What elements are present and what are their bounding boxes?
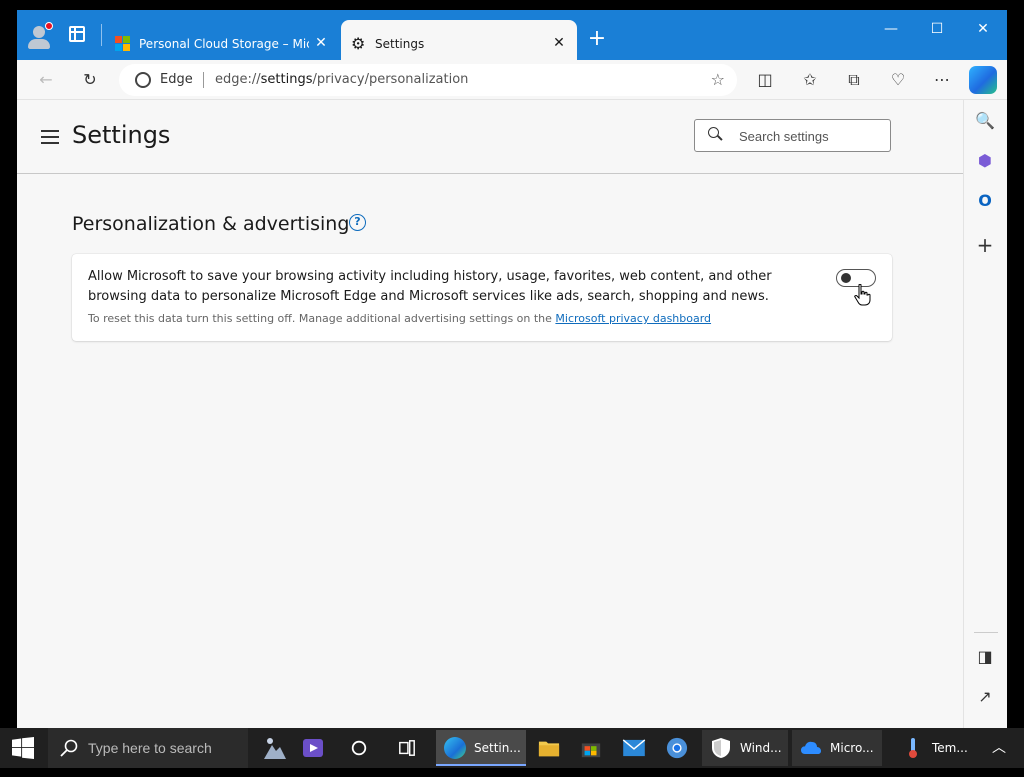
chrome-icon[interactable]: [666, 728, 690, 768]
address-divider: [203, 72, 204, 88]
setting-subtext: To reset this data turn this setting off…: [88, 312, 712, 325]
search-settings-input[interactable]: [739, 126, 879, 146]
edge-logo-icon: [135, 72, 151, 88]
microsoft-store-icon[interactable]: [580, 728, 604, 768]
task-view-icon[interactable]: [398, 728, 418, 768]
sidebar-divider: [974, 632, 998, 633]
cloud-icon: [801, 741, 821, 754]
site-label: Edge: [160, 72, 193, 87]
taskbar-app-windows-security[interactable]: Wind...: [702, 730, 788, 766]
chevron-up-icon[interactable]: ︿: [992, 728, 1008, 768]
thermometer-icon: [909, 738, 917, 758]
microsoft-365-icon[interactable]: ⬢: [974, 150, 996, 172]
favorites-icon[interactable]: ✩: [798, 68, 822, 92]
copilot-icon[interactable]: [969, 66, 997, 94]
open-external-icon[interactable]: ↗: [974, 686, 996, 708]
taskbar-app-temperature[interactable]: Tem...: [894, 730, 978, 766]
close-tab-icon[interactable]: ✕: [313, 35, 329, 51]
gear-icon: ⚙: [351, 34, 366, 53]
add-sidebar-app-icon[interactable]: +: [974, 234, 996, 256]
taskbar-app-settings[interactable]: Settin...: [436, 730, 526, 766]
new-tab-button[interactable]: +: [587, 28, 607, 50]
browser-essentials-icon[interactable]: ♡: [886, 68, 910, 92]
toggle-knob: [841, 273, 851, 283]
search-icon: [60, 739, 78, 757]
microsoft-logo-icon: [115, 36, 131, 52]
tab-title: Personal Cloud Storage – Micros: [139, 37, 309, 51]
edge-sidebar: 🔍 ⬢ O + ◨ ↗ ⚙: [963, 100, 1007, 728]
search-settings-box[interactable]: [694, 119, 891, 152]
search-icon: [708, 127, 722, 141]
section-title: Personalization & advertising: [72, 213, 350, 235]
mail-icon[interactable]: [622, 728, 648, 768]
tab-separator: [101, 24, 102, 46]
file-explorer-icon[interactable]: [538, 728, 562, 768]
search-icon[interactable]: 🔍: [974, 110, 996, 132]
video-editor-icon[interactable]: [300, 728, 326, 768]
taskbar-app-onedrive[interactable]: Micro...: [792, 730, 882, 766]
edge-logo-icon: [444, 737, 466, 759]
hand-cursor-icon: [854, 284, 871, 306]
personalization-card: Allow Microsoft to save your browsing ac…: [72, 254, 892, 341]
help-icon[interactable]: ?: [349, 214, 366, 231]
setting-description: Allow Microsoft to save your browsing ac…: [88, 269, 772, 304]
url-text[interactable]: edge://settings/privacy/personalization: [215, 72, 468, 87]
taskbar-search-input[interactable]: [88, 738, 238, 758]
taskbar: Settin... Wind...: [0, 728, 1024, 768]
tab-actions-icon[interactable]: [69, 26, 85, 42]
privacy-dashboard-link[interactable]: Microsoft privacy dashboard: [555, 312, 711, 325]
header-divider: [17, 173, 963, 174]
tab-settings[interactable]: ⚙ Settings ✕: [341, 20, 577, 60]
outlook-icon[interactable]: O: [974, 190, 996, 212]
split-screen-icon[interactable]: ◫: [753, 68, 777, 92]
browser-window: Personal Cloud Storage – Micros ✕ ⚙ Sett…: [17, 10, 1007, 728]
profile-avatar-icon[interactable]: [25, 22, 53, 50]
tab-title: Settings: [375, 37, 425, 51]
start-button[interactable]: [12, 728, 36, 768]
more-options-icon[interactable]: ⋯: [930, 68, 954, 92]
cortana-icon[interactable]: [350, 728, 370, 768]
shield-icon: [712, 738, 730, 758]
favorite-star-icon[interactable]: ☆: [711, 70, 725, 89]
page-title: Settings: [72, 121, 171, 149]
menu-icon[interactable]: [41, 130, 59, 144]
mountain-app-icon[interactable]: [262, 728, 288, 768]
collections-icon[interactable]: ⧉: [842, 68, 866, 92]
hide-sidebar-icon[interactable]: ◨: [974, 646, 996, 668]
back-button[interactable]: ←: [34, 68, 58, 92]
tab-personal-cloud-storage[interactable]: Personal Cloud Storage – Micros ✕: [105, 20, 339, 60]
close-window-button[interactable]: ✕: [960, 14, 1006, 44]
settings-page: Settings Personalization & advertising ?…: [17, 100, 963, 728]
title-bar: Personal Cloud Storage – Micros ✕ ⚙ Sett…: [17, 10, 1007, 60]
minimize-button[interactable]: —: [868, 14, 914, 44]
close-tab-icon[interactable]: ✕: [551, 35, 567, 51]
maximize-button[interactable]: ☐: [914, 14, 960, 44]
toolbar: ← ↻ Edge edge://settings/privacy/persona…: [17, 60, 1007, 100]
taskbar-search[interactable]: [48, 728, 248, 768]
refresh-button[interactable]: ↻: [78, 68, 102, 92]
address-bar[interactable]: Edge edge://settings/privacy/personaliza…: [119, 64, 737, 96]
